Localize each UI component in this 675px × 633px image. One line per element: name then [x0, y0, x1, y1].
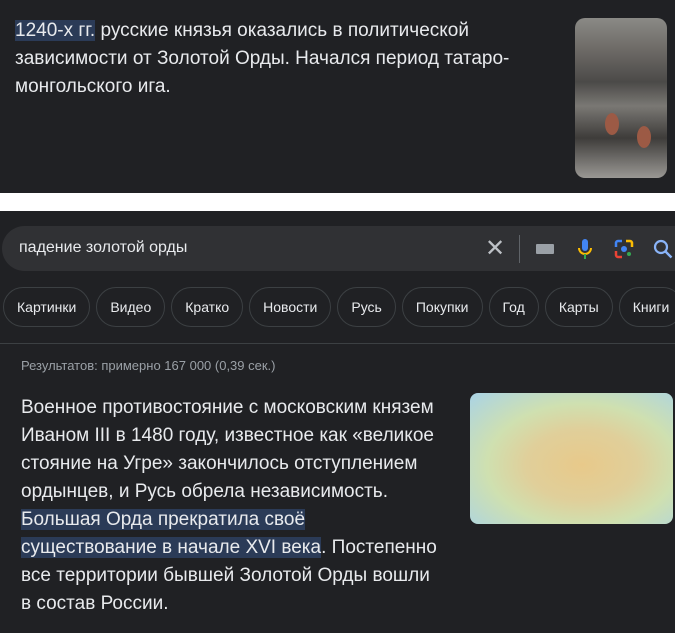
snippet-text: 1240-х гг. русские князья оказались в по…	[15, 20, 510, 97]
map-image[interactable]	[470, 393, 673, 524]
search-screenshot: падение золотой орды ✕ Картинки Видео Кр…	[0, 211, 675, 633]
chip-brief[interactable]: Кратко	[171, 287, 244, 327]
highlighted-text: Большая Орда прекратила своё существован…	[21, 509, 322, 558]
search-input[interactable]: падение золотой орды	[19, 239, 187, 257]
chip-news[interactable]: Новости	[249, 287, 332, 327]
featured-snippet-text: Военное противостояние с московским княз…	[21, 397, 437, 614]
search-icon[interactable]	[652, 236, 674, 261]
chip-rus[interactable]: Русь	[337, 287, 396, 327]
search-bar[interactable]: падение золотой орды ✕	[2, 226, 675, 271]
chip-year[interactable]: Год	[488, 287, 539, 327]
keyboard-icon[interactable]	[534, 236, 556, 261]
lens-icon[interactable]	[612, 236, 636, 261]
clear-icon[interactable]: ✕	[484, 235, 506, 262]
microphone-icon[interactable]	[574, 236, 596, 261]
highlighted-text: 1240-х гг.	[15, 20, 96, 41]
divider	[519, 235, 520, 263]
chip-books[interactable]: Книги	[618, 287, 675, 327]
battle-image[interactable]	[575, 18, 667, 178]
shield-shape	[637, 126, 651, 148]
filter-chips: Картинки Видео Кратко Новости Русь Покуп…	[3, 287, 675, 327]
divider	[0, 343, 675, 344]
chip-shopping[interactable]: Покупки	[401, 287, 483, 327]
top-screenshot: 1240-х гг. русские князья оказались в по…	[0, 0, 675, 193]
chip-maps[interactable]: Карты	[544, 287, 613, 327]
chip-images[interactable]: Картинки	[3, 287, 91, 327]
result-stats: Результатов: примерно 167 000 (0,39 сек.…	[21, 358, 276, 373]
chip-video[interactable]: Видео	[96, 287, 166, 327]
shield-shape	[605, 113, 619, 135]
